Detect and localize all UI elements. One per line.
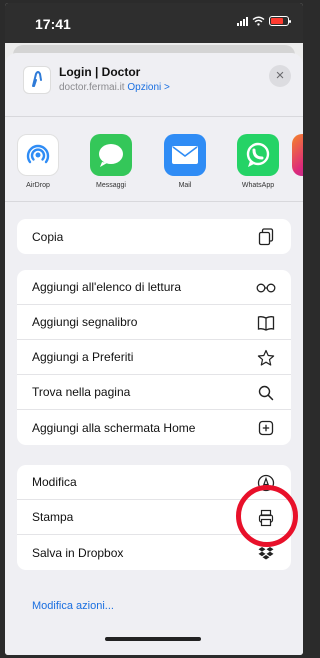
whatsapp-icon [237,134,279,176]
instagram-icon [292,134,303,176]
status-bar: 17:41 [5,3,303,43]
page-actions-group: Aggiungi all'elenco di lettura Aggiungi … [17,270,291,445]
copy-icon [256,227,276,247]
app-label: Messaggi [96,182,126,189]
action-label: Aggiungi alla schermata Home [32,420,196,435]
app-whatsapp[interactable]: WhatsApp [235,134,281,189]
airdrop-icon [17,134,59,176]
options-link[interactable]: Opzioni > [127,82,170,93]
copy-group: Copia [17,219,291,254]
search-icon [256,383,276,403]
messages-icon [90,134,132,176]
action-label: Trova nella pagina [32,385,131,399]
annotation-circle [236,485,298,547]
app-instagram[interactable]: I [290,134,303,189]
signal-icon [237,16,248,26]
book-icon [256,313,276,333]
star-icon [256,348,276,368]
action-label: Aggiungi all'elenco di lettura [32,280,182,294]
battery-icon [269,16,291,26]
action-add-bookmark[interactable]: Aggiungi segnalibro [17,305,291,340]
action-reading-list[interactable]: Aggiungi all'elenco di lettura [17,270,291,305]
home-indicator [105,637,201,641]
app-mail[interactable]: Mail [162,134,208,189]
action-label: Copia [32,229,64,244]
page-subtitle: doctor.fermai.it Opzioni > [59,82,170,93]
page-url: doctor.fermai.it [59,82,125,93]
action-label: Salva in Dropbox [32,545,124,560]
wifi-icon [252,16,265,26]
app-airdrop[interactable]: AirDrop [15,134,61,189]
app-label: Mail [178,182,192,189]
action-label: Stampa [32,510,74,524]
app-label: I [290,182,303,189]
add-square-icon [256,418,276,438]
share-sheet: Login | Doctor doctor.fermai.it Opzioni … [5,53,303,655]
action-copy[interactable]: Copia [17,219,291,254]
phone-screen: 17:41 Login | Doctor doctor.fermai.it Op… [5,3,303,655]
app-messages[interactable]: Messaggi [88,134,134,189]
glasses-icon [256,278,276,298]
action-find-in-page[interactable]: Trova nella pagina [17,375,291,410]
action-label: Modifica [32,475,77,489]
status-icons [237,16,291,26]
close-button[interactable]: × [269,65,291,87]
status-time: 17:41 [35,16,71,32]
action-label: Aggiungi segnalibro [32,315,138,329]
edit-actions-link[interactable]: Modifica azioni... [32,600,114,612]
page-title: Login | Doctor [59,65,141,79]
site-favicon-icon [23,66,51,94]
app-label: AirDrop [26,182,50,189]
share-header: Login | Doctor doctor.fermai.it Opzioni … [5,53,303,117]
mail-icon [164,134,206,176]
action-add-favorites[interactable]: Aggiungi a Preferiti [17,340,291,375]
app-label: WhatsApp [241,182,275,189]
app-share-row: AirDrop Messaggi Mail WhatsApp [5,117,303,202]
action-label: Aggiungi a Preferiti [32,350,134,364]
action-add-to-home-screen[interactable]: Aggiungi alla schermata Home [17,410,291,445]
